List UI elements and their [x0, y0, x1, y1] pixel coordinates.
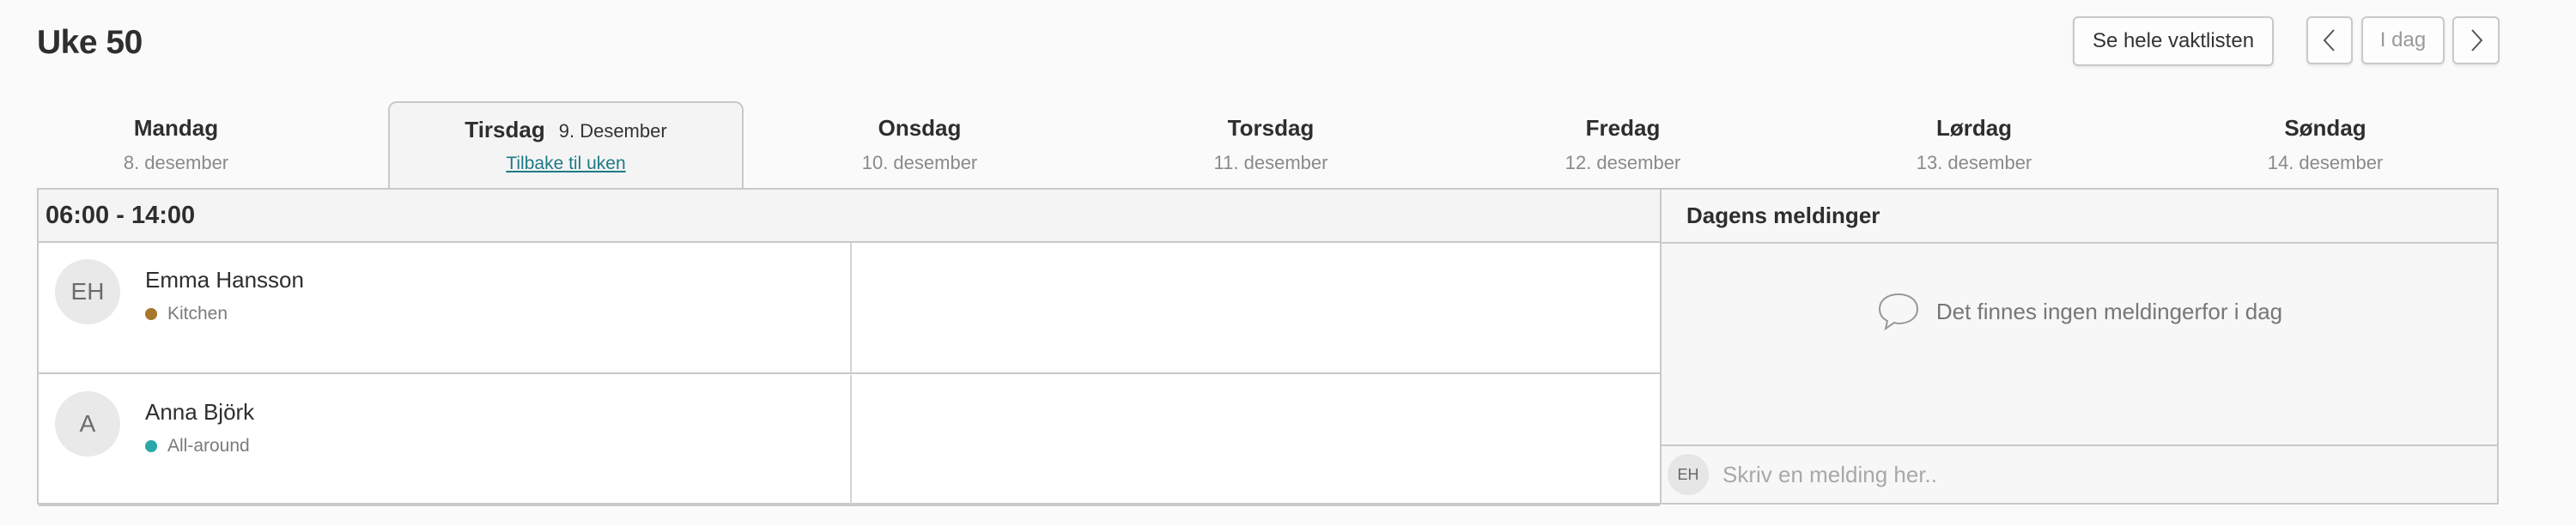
shift-panel: 06:00 - 14:00 EH Emma Hansson Kitchen A … [37, 188, 1662, 506]
next-day-button[interactable] [2452, 16, 2500, 64]
employee-role: All-around [145, 436, 250, 456]
empty-message-text: Det finnes ingen meldingerfor i dag [1935, 298, 2283, 324]
speech-bubble-icon [1878, 293, 1918, 331]
employee-role: Kitchen [145, 304, 228, 324]
messages-panel: Dagens meldinger Det finnes ingen meldin… [1660, 188, 2499, 505]
employee-row[interactable]: EH Emma Hansson Kitchen [39, 243, 1660, 374]
avatar: EH [55, 259, 120, 324]
day-tabs: Mandag 8. desember Tirsdag 9. Desember T… [37, 101, 2498, 189]
day-name: Mandag [133, 115, 219, 141]
message-compose: EH [1662, 444, 2497, 503]
message-input[interactable] [1722, 454, 2497, 495]
day-date: 14. desember [2267, 152, 2384, 173]
see-full-roster-button[interactable]: Se hele vaktlisten [2073, 16, 2274, 66]
day-date: 10. desember [861, 152, 978, 173]
employee-name: Emma Hansson [145, 267, 304, 293]
day-date: 11. desember [1213, 152, 1328, 173]
role-label: All-around [167, 436, 250, 456]
day-tab-lordag[interactable]: Lørdag 13. desember [1835, 101, 2113, 189]
chevron-right-icon [2470, 29, 2482, 51]
day-tab-mandag[interactable]: Mandag 8. desember [37, 101, 315, 189]
day-date: 12. desember [1564, 152, 1681, 173]
day-tab-torsdag[interactable]: Torsdag 11. desember [1132, 101, 1410, 189]
cell-divider [850, 375, 852, 505]
chevron-left-icon [2323, 29, 2335, 51]
messages-title: Dagens meldinger [1662, 190, 2497, 244]
previous-day-button[interactable] [2306, 16, 2353, 64]
day-tab-onsdag[interactable]: Onsdag 10. desember [781, 101, 1059, 189]
day-tab-sondag[interactable]: Søndag 14. desember [2186, 101, 2464, 189]
week-title: Uke 50 [37, 24, 143, 61]
day-date: 9. Desember [558, 120, 667, 142]
shift-time: 06:00 - 14:00 [39, 190, 1660, 243]
role-color-dot [145, 308, 157, 320]
messages-empty-state: Det finnes ingen meldingerfor i dag [1662, 291, 2497, 332]
role-color-dot [145, 440, 157, 452]
day-date: 8. desember [123, 152, 229, 173]
today-button[interactable]: I dag [2361, 16, 2445, 64]
day-tab-tirsdag[interactable]: Tirsdag 9. Desember Tilbake til uken [388, 101, 744, 189]
day-name: Tirsdag [465, 117, 545, 142]
back-to-week-link[interactable]: Tilbake til uken [506, 154, 625, 174]
avatar: A [55, 391, 120, 456]
employee-row[interactable]: A Anna Björk All-around [39, 375, 1660, 506]
employee-name: Anna Björk [145, 399, 255, 425]
day-name: Onsdag [878, 115, 962, 141]
day-name: Søndag [2284, 115, 2366, 141]
avatar: EH [1668, 454, 1709, 495]
cell-divider [850, 243, 852, 372]
day-date: 13. desember [1916, 152, 2032, 173]
day-name: Fredag [1585, 115, 1661, 141]
day-name: Lørdag [1935, 115, 2013, 141]
role-label: Kitchen [167, 304, 228, 323]
day-tab-fredag[interactable]: Fredag 12. desember [1484, 101, 1762, 189]
day-name: Torsdag [1227, 115, 1315, 141]
